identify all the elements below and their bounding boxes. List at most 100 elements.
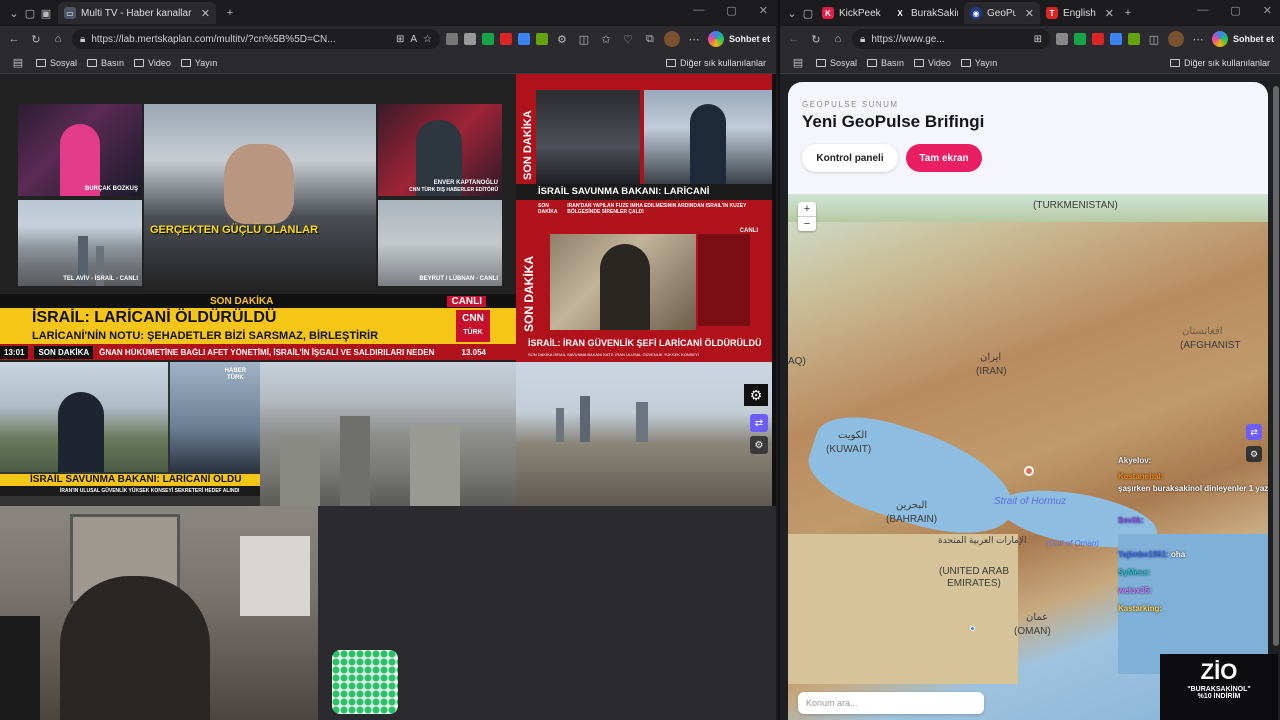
bookmark-folder[interactable]: Video xyxy=(914,58,951,68)
haberturk-panel[interactable]: HABER TÜRK İSRAİL SAVUNMA BAKANI: LARİCA… xyxy=(0,362,260,506)
extension-icon[interactable] xyxy=(535,33,548,45)
location-search-input[interactable]: Konum ara... xyxy=(798,692,984,714)
close-window-icon[interactable]: ✕ xyxy=(759,4,768,17)
close-icon[interactable]: ✕ xyxy=(1025,7,1034,20)
tab-english[interactable]: T English - T ✕ xyxy=(1040,2,1120,24)
tab-multitv[interactable]: ▭ Multi TV - Haber kanallarını aynı a ✕ xyxy=(58,2,216,24)
szc-headline: İSRAİL: İRAN GÜVENLİK ŞEFİ LARİCANİ ÖLDÜ… xyxy=(528,338,762,348)
extension-icon[interactable] xyxy=(1091,33,1104,45)
bookmark-folder[interactable]: Video xyxy=(134,58,171,68)
tab-actions-icon[interactable]: ▣ xyxy=(38,5,54,21)
szc-panel[interactable]: SON DAKİKA CANLI İSRAİL: İRAN GÜVENLİK Ş… xyxy=(516,218,772,362)
fullscreen-button[interactable]: Tam ekran xyxy=(906,144,982,172)
collections-icon[interactable]: ⧉ xyxy=(642,31,658,47)
bookmark-folder[interactable]: Basın xyxy=(867,58,904,68)
extension-icon[interactable] xyxy=(1055,33,1068,45)
translate-icon[interactable]: ⇄ xyxy=(1246,424,1262,440)
reporter-figure xyxy=(58,392,104,472)
close-window-icon[interactable]: ✕ xyxy=(1263,4,1272,17)
close-icon[interactable]: ✕ xyxy=(1105,7,1114,20)
arabian-peninsula xyxy=(788,534,1018,684)
extension-icon[interactable] xyxy=(1127,33,1140,45)
minimize-icon[interactable]: — xyxy=(1197,4,1208,17)
reader-icon[interactable]: ⊞ xyxy=(396,34,404,45)
geopulse-panel: GEOPULSE SUNUM Yeni GeoPulse Brifingi Ko… xyxy=(788,82,1268,720)
map-view[interactable]: + − (TURKMENISTAN) ایران (IRAN) افغانستا… xyxy=(788,194,1268,720)
scrollbar-thumb[interactable] xyxy=(1273,86,1279,646)
webcam-feed xyxy=(0,506,318,720)
maximize-icon[interactable]: ▢ xyxy=(1230,4,1240,17)
extension-icon[interactable] xyxy=(517,33,530,45)
url-field[interactable]: 🔒︎ https://www.ge... ⊞ xyxy=(852,29,1050,49)
avatar[interactable] xyxy=(663,31,680,47)
extension-icon[interactable] xyxy=(1073,33,1086,45)
zoom-out-icon[interactable]: − xyxy=(798,216,816,231)
zoom-control[interactable]: + − xyxy=(798,202,816,231)
sidebar-toggle-icon[interactable]: ▤ xyxy=(10,55,26,71)
minimize-icon[interactable]: — xyxy=(693,4,704,17)
bookmark-folder[interactable]: Basın xyxy=(87,58,124,68)
more-icon[interactable]: ⋯ xyxy=(686,31,702,47)
translate-icon[interactable]: ⇄ xyxy=(750,414,768,432)
browser-essentials-icon[interactable]: ♡ xyxy=(620,31,636,47)
home-icon[interactable]: ⌂ xyxy=(830,31,846,47)
reporter-figure xyxy=(690,104,726,184)
extension-icon[interactable] xyxy=(499,33,512,45)
event-marker[interactable] xyxy=(1024,466,1034,476)
new-tab-icon[interactable]: + xyxy=(1120,5,1136,21)
extension-icon[interactable] xyxy=(481,33,494,45)
back-icon[interactable]: ← xyxy=(786,31,802,47)
tab-geopulse[interactable]: ◉ GeoPulse ✕ xyxy=(964,2,1040,24)
split-screen-icon[interactable]: ◫ xyxy=(576,31,592,47)
control-panel-button[interactable]: Kontrol paneli xyxy=(802,144,898,172)
back-icon[interactable]: ← xyxy=(6,31,22,47)
extensions-icon[interactable]: ⚙ xyxy=(554,31,570,47)
settings-icon[interactable]: ⚙ xyxy=(1246,446,1262,462)
extension-icon[interactable] xyxy=(1109,33,1122,45)
more-icon[interactable]: ⋯ xyxy=(1190,31,1206,47)
new-tab-icon[interactable]: + xyxy=(222,5,238,21)
bookmark-folder[interactable]: Sosyal xyxy=(816,58,857,68)
copilot-button[interactable]: Sohbet et xyxy=(1211,31,1274,47)
bookmark-folder[interactable]: Sosyal xyxy=(36,58,77,68)
cnn-turk-panel[interactable]: BURÇAK BOZKUŞ GERÇEKTEN GÜÇLÜ OLANLAR EN… xyxy=(0,74,516,362)
bookmark-folder[interactable]: Yayın xyxy=(960,58,997,68)
refresh-icon[interactable]: ↻ xyxy=(808,31,824,47)
extension-icon[interactable] xyxy=(445,33,458,45)
maximize-icon[interactable]: ▢ xyxy=(726,4,736,17)
folder-icon xyxy=(665,58,676,67)
tab-kickpeek[interactable]: K KickPeek - xyxy=(816,2,888,24)
url-field[interactable]: 🔒︎ https://lab.mertskaplan.com/multitv/?… xyxy=(72,29,440,49)
star-icon[interactable]: ☆ xyxy=(423,34,432,45)
gear-icon[interactable]: ⚙ xyxy=(744,384,768,406)
other-bookmarks[interactable]: Diğer sık kullanılanlar xyxy=(665,58,766,68)
event-marker[interactable] xyxy=(970,626,975,631)
building xyxy=(580,396,590,442)
other-bookmarks[interactable]: Diğer sık kullanılanlar xyxy=(1169,58,1270,68)
ntv-panel[interactable]: SON DAKİKA İSRAİL SAVUNMA BAKANI: LARİCA… xyxy=(516,74,772,218)
zoom-in-icon[interactable]: + xyxy=(798,202,816,216)
workspaces-icon[interactable]: ▢ xyxy=(800,5,816,21)
favorites-icon[interactable]: ✩ xyxy=(598,31,614,47)
extension-icon[interactable] xyxy=(463,33,476,45)
copilot-button[interactable]: Sohbet et xyxy=(707,31,770,47)
settings-icon[interactable]: ⚙ xyxy=(750,436,768,454)
reader-icon[interactable]: ⊞ xyxy=(1034,34,1042,45)
tab-x[interactable]: X BurakSakin xyxy=(888,2,964,24)
avatar[interactable] xyxy=(1167,31,1184,47)
workspaces-icon[interactable]: ▢ xyxy=(22,5,38,21)
split-screen-icon[interactable]: ◫ xyxy=(1146,31,1162,47)
aa-icon[interactable]: A xyxy=(410,34,417,45)
chat-message: Kestanebal: xyxy=(1118,472,1164,481)
beirut-city-cam[interactable] xyxy=(260,362,516,506)
left-browser-window: ⌄ ▢ ▣ ▭ Multi TV - Haber kanallarını ayn… xyxy=(0,0,776,720)
persian-gulf xyxy=(799,401,1027,553)
close-icon[interactable]: ✕ xyxy=(201,7,210,20)
sidebar-toggle-icon[interactable]: ▤ xyxy=(790,55,806,71)
chevron-down-icon[interactable]: ⌄ xyxy=(6,5,22,21)
refresh-icon[interactable]: ↻ xyxy=(28,31,44,47)
bookmark-folder[interactable]: Yayın xyxy=(180,58,217,68)
home-icon[interactable]: ⌂ xyxy=(50,31,66,47)
chevron-down-icon[interactable]: ⌄ xyxy=(784,5,800,21)
telaviv-city-cam[interactable]: ⚙ ⇄ ⚙ xyxy=(516,362,772,506)
